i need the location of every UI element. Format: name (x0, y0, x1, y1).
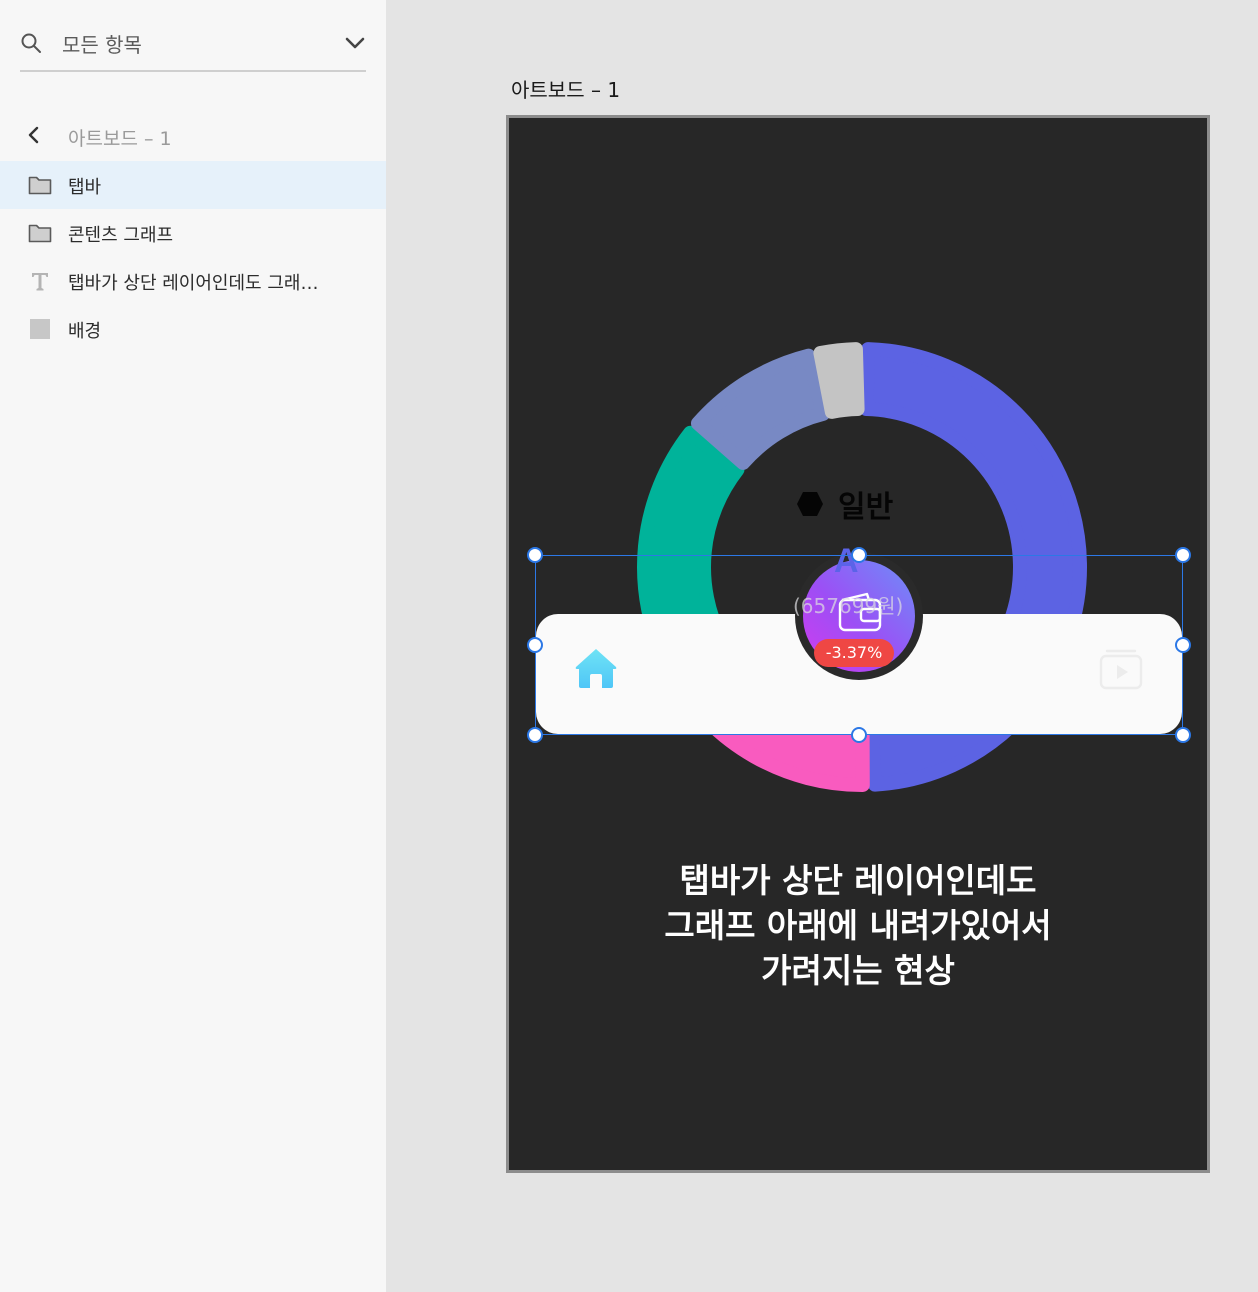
resize-handle-top-left[interactable] (527, 547, 543, 563)
caption-line: 가려지는 현상 (761, 951, 955, 990)
chart-category-label: 일반 (838, 490, 894, 525)
resize-handle-top-right[interactable] (1175, 547, 1191, 563)
resize-handle-bottom-right[interactable] (1175, 727, 1191, 743)
donut-slice-5[interactable] (813, 342, 865, 419)
resize-handle-bottom-left[interactable] (527, 727, 543, 743)
caption-line: 그래프 아래에 내려가있어서 (664, 906, 1052, 945)
resize-handle-top[interactable] (851, 547, 867, 563)
chart-category: 일반 (796, 484, 894, 525)
caption-line: 탭바가 상단 레이어인데도 (679, 861, 1037, 900)
hexagon-icon (797, 492, 823, 516)
resize-handle-bottom[interactable] (851, 727, 867, 743)
resize-handle-left[interactable] (527, 637, 543, 653)
selection-bounding-box[interactable] (535, 555, 1183, 735)
resize-handle-right[interactable] (1175, 637, 1191, 653)
donut-slice-4[interactable] (690, 348, 831, 470)
caption-text: 탭바가 상단 레이어인데도 그래프 아래에 내려가있어서 가려지는 현상 (606, 858, 1110, 993)
